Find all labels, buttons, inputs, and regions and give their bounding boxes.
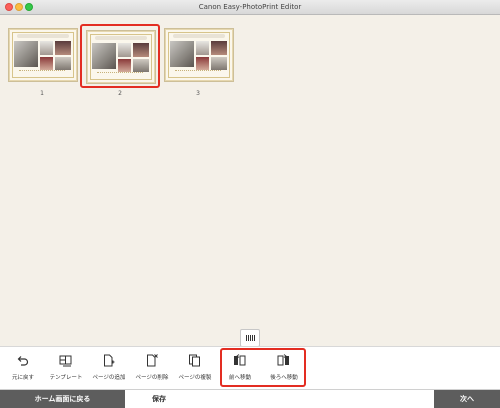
- thumbnail-photo: [196, 57, 209, 70]
- thumbnail-photo: [133, 43, 149, 57]
- template-label: テンプレート: [49, 375, 83, 381]
- duplicate-page-button[interactable]: ページの複製: [172, 351, 218, 387]
- thumbnail-photo: [118, 43, 131, 57]
- thumbnail-banner: [95, 36, 147, 40]
- delete-page-button[interactable]: ページの削除: [129, 351, 175, 387]
- add-page-button[interactable]: ページの追加: [86, 351, 132, 387]
- thumbnail-photo: [211, 41, 227, 55]
- thumbnail-ornament: [19, 70, 65, 75]
- grid-toggle-icon: [246, 335, 255, 341]
- thumbnail-photo: [211, 57, 227, 70]
- grid-toggle-button[interactable]: [240, 329, 260, 347]
- page-number-1: 1: [40, 90, 44, 97]
- thumbnail-photo: [92, 43, 116, 69]
- thumbnail-photo: [40, 57, 53, 70]
- next-button[interactable]: 次へ: [434, 390, 500, 408]
- move-buttons-highlight: [220, 348, 306, 387]
- window-title: Canon Easy-PhotoPrint Editor: [198, 3, 302, 11]
- thumbnail-photo: [40, 41, 53, 55]
- title-bar: Canon Easy-PhotoPrint Editor: [0, 0, 500, 15]
- delete-page-label: ページの削除: [135, 375, 169, 381]
- duplicate-page-label: ページの複製: [178, 375, 212, 381]
- page-number-3: 3: [196, 90, 200, 97]
- thumbnail-photo: [118, 59, 131, 72]
- return-home-button[interactable]: ホーム画面に戻る: [0, 390, 125, 408]
- thumbnail-photo: [133, 59, 149, 72]
- thumbnail-banner: [173, 34, 225, 38]
- thumbnail-banner: [17, 34, 69, 38]
- thumbnail-ornament: [97, 72, 143, 77]
- add-page-label: ページの追加: [92, 375, 126, 381]
- page-list: 1 2 3: [0, 15, 500, 325]
- page-number-2: 2: [118, 90, 122, 97]
- page-thumbnail-1[interactable]: [8, 28, 78, 82]
- page-thumbnail-2[interactable]: [86, 30, 156, 84]
- template-button[interactable]: テンプレート: [43, 351, 89, 387]
- thumbnail-photo: [170, 41, 194, 67]
- thumbnail-photo: [55, 41, 71, 55]
- bottom-bar: ホーム画面に戻る 保存 次へ: [0, 389, 500, 408]
- thumbnail-photo: [55, 57, 71, 70]
- undo-icon: [17, 356, 29, 366]
- thumbnail-photo: [196, 41, 209, 55]
- template-icon: [59, 355, 72, 367]
- add-page-icon: [104, 354, 115, 367]
- thumbnail-ornament: [175, 70, 221, 75]
- page-thumbnail-3[interactable]: [164, 28, 234, 82]
- save-button[interactable]: 保存: [127, 390, 191, 408]
- delete-page-icon: [147, 354, 158, 367]
- duplicate-page-icon: [189, 354, 200, 367]
- thumbnail-photo: [14, 41, 38, 67]
- undo-button[interactable]: 元に戻す: [0, 351, 46, 387]
- undo-label: 元に戻す: [11, 375, 34, 381]
